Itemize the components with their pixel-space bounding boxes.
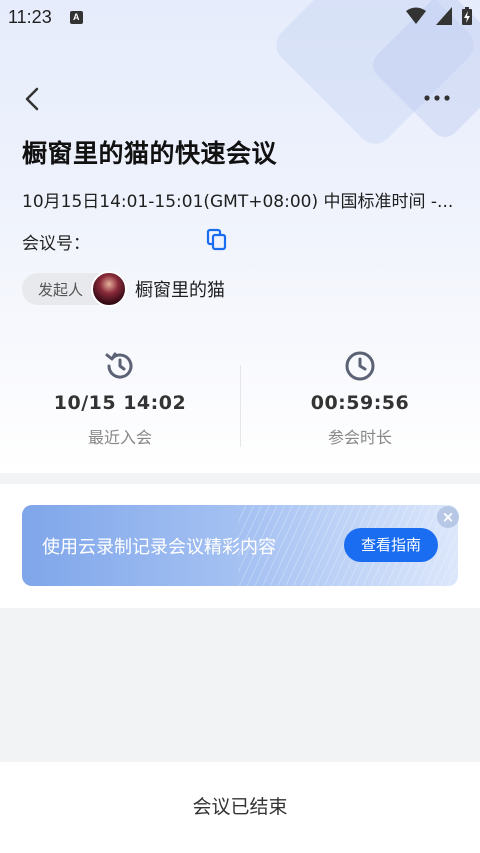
meeting-id-label: 会议号： — [22, 234, 90, 254]
banner-close-button[interactable]: × — [437, 506, 459, 528]
chevron-left-icon — [25, 87, 39, 111]
status-indicators — [406, 7, 472, 25]
meeting-title: 橱窗里的猫的快速会议 — [22, 139, 278, 168]
host-row: 发起人 橱窗里的猫 — [22, 271, 225, 307]
copy-meeting-id-button[interactable] — [205, 228, 229, 252]
banner-text: 使用云录制记录会议精彩内容 — [42, 537, 276, 558]
view-guide-button[interactable]: 查看指南 — [344, 528, 438, 562]
signal-icon — [436, 7, 452, 25]
nav-bar — [0, 78, 480, 118]
battery-icon — [462, 7, 472, 25]
banner-section: 使用云录制记录会议精彩内容 查看指南 — [0, 484, 480, 608]
notification-icon: A — [69, 10, 83, 24]
stat-duration: 00:59:56 参会时长 — [240, 345, 480, 448]
meeting-ended-footer: 会议已结束 — [0, 762, 480, 853]
copy-icon — [206, 228, 227, 251]
stat-value: 10/15 14:02 — [53, 392, 187, 414]
stat-last-joined: 10/15 14:02 最近入会 — [0, 345, 240, 448]
stat-value: 00:59:56 — [310, 392, 410, 414]
meeting-ended-text: 会议已结束 — [192, 796, 288, 818]
wifi-icon — [406, 7, 426, 24]
stat-label: 参会时长 — [327, 428, 392, 447]
meeting-time-range: 10月15日14:01-15:01(GMT+08:00) 中国标准时间 -... — [22, 192, 454, 212]
stat-label: 最近入会 — [87, 428, 152, 447]
host-label: 发起人 — [38, 280, 84, 299]
history-icon — [105, 352, 133, 379]
more-icon — [424, 95, 450, 101]
more-options-button[interactable] — [422, 90, 452, 106]
status-bar: 11:23 A — [0, 0, 480, 34]
clock-icon — [345, 351, 375, 381]
status-time: 11:23 — [8, 6, 52, 27]
meeting-id-row: 会议号： — [22, 229, 90, 254]
host-name: 橱窗里的猫 — [135, 280, 226, 301]
stats-divider — [240, 365, 241, 447]
cloud-recording-banner[interactable]: 使用云录制记录会议精彩内容 查看指南 — [22, 505, 458, 586]
host-avatar[interactable] — [91, 271, 128, 307]
back-button[interactable] — [18, 84, 48, 114]
